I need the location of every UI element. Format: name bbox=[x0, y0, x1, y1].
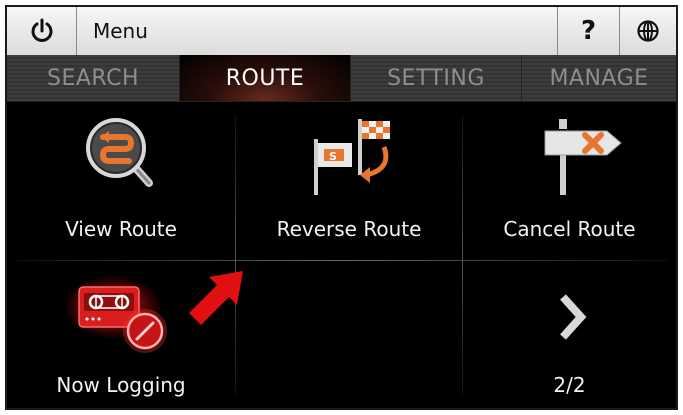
reverse-route-button[interactable]: S Reverse Route bbox=[236, 101, 462, 260]
help-icon: ? bbox=[580, 16, 597, 46]
help-button[interactable]: ? bbox=[557, 7, 619, 55]
now-logging-label: Now Logging bbox=[56, 373, 186, 397]
menu-grid: View Route S Reverse Route Cancel Route … bbox=[7, 101, 676, 408]
tab-setting[interactable]: SETTING bbox=[351, 55, 521, 101]
magnifier-route-icon bbox=[86, 118, 153, 187]
empty-cell bbox=[236, 261, 462, 408]
reverse-route-label: Reverse Route bbox=[276, 217, 422, 241]
cancel-route-button[interactable]: Cancel Route bbox=[463, 101, 676, 260]
red-arrow-icon bbox=[189, 271, 243, 325]
svg-text:S: S bbox=[329, 150, 337, 163]
cancel-signpost-icon bbox=[544, 119, 622, 195]
tab-manage[interactable]: MANAGE bbox=[522, 55, 676, 101]
power-button[interactable] bbox=[7, 7, 77, 55]
globe-icon bbox=[637, 20, 659, 42]
tab-search[interactable]: SEARCH bbox=[7, 55, 179, 101]
tab-route[interactable]: ROUTE bbox=[180, 55, 350, 101]
top-bar: Menu ? bbox=[7, 7, 676, 56]
cancel-route-label: Cancel Route bbox=[503, 217, 636, 241]
chevron-right-icon bbox=[560, 294, 587, 340]
view-route-label: View Route bbox=[65, 217, 177, 241]
reverse-flags-icon: S bbox=[314, 119, 390, 195]
app-window: Menu ? SEARCH ROUTE SETTING MANAGE View … bbox=[5, 5, 678, 410]
language-button[interactable] bbox=[619, 7, 676, 55]
power-icon bbox=[31, 18, 52, 42]
page-indicator: 2/2 bbox=[553, 373, 586, 397]
tab-bar: SEARCH ROUTE SETTING MANAGE bbox=[7, 55, 676, 102]
menu-title[interactable]: Menu bbox=[77, 7, 557, 55]
recorder-icon bbox=[67, 275, 167, 353]
next-page-button[interactable]: 2/2 bbox=[463, 261, 676, 408]
view-route-button[interactable]: View Route bbox=[7, 101, 235, 260]
